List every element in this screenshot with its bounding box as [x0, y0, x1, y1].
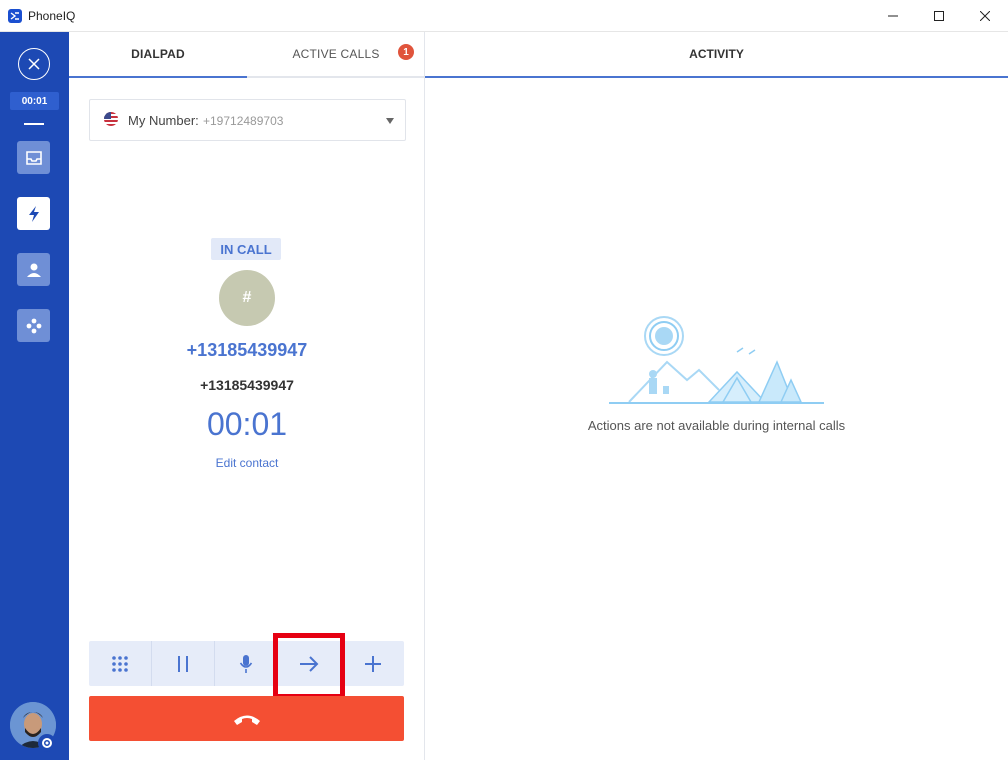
- close-icon: [28, 58, 40, 70]
- close-window-button[interactable]: [962, 0, 1008, 32]
- chevron-down-icon: [386, 118, 394, 124]
- contact-name: +13185439947: [186, 340, 308, 360]
- my-number-label: My Number:: [128, 113, 199, 128]
- dialpad-panel: DIALPAD ACTIVE CALLS 1 My Number: +19712…: [69, 32, 425, 760]
- contact-avatar: #: [219, 270, 275, 326]
- call-controls: [89, 641, 404, 686]
- call-timer: 00:01: [206, 406, 288, 442]
- title-bar: PhoneIQ: [0, 0, 1008, 32]
- integrations-icon: [26, 318, 41, 333]
- maximize-button[interactable]: [916, 0, 962, 32]
- contact-number: +13185439947: [200, 377, 294, 393]
- rail-inbox-button[interactable]: [17, 141, 50, 174]
- mute-button[interactable]: [215, 641, 278, 686]
- tab-activity[interactable]: ACTIVITY: [425, 32, 1008, 78]
- activity-empty-message: Actions are not available during interna…: [587, 418, 846, 433]
- my-number-value: +19712489703: [203, 114, 284, 128]
- app-logo-icon: [8, 9, 22, 23]
- hang-up-button[interactable]: [89, 696, 404, 741]
- active-calls-badge: 1: [398, 44, 414, 60]
- rail-integrations-button[interactable]: [17, 309, 50, 342]
- left-rail: 00:01: [0, 32, 69, 760]
- plus-icon: [364, 655, 381, 672]
- add-call-button[interactable]: [341, 641, 404, 686]
- contact-icon: [26, 263, 41, 277]
- edit-contact-link[interactable]: Edit contact: [69, 456, 425, 470]
- keypad-icon: [112, 655, 128, 672]
- empty-state-illustration: [609, 316, 824, 404]
- settings-gear-icon[interactable]: [38, 734, 56, 752]
- rail-contacts-button[interactable]: [17, 253, 50, 286]
- activity-panel: ACTIVITY Actions are not available durin…: [425, 32, 1008, 760]
- call-status-badge: IN CALL: [211, 238, 281, 260]
- us-flag-icon: [104, 112, 118, 126]
- microphone-icon: [239, 654, 253, 673]
- minimize-button[interactable]: [870, 0, 916, 32]
- hold-button[interactable]: [152, 641, 215, 686]
- end-call-circle-button[interactable]: [18, 48, 50, 80]
- hang-up-icon: [233, 715, 260, 725]
- rail-call-timer: 00:01: [10, 92, 59, 110]
- tab-dialpad[interactable]: DIALPAD: [69, 32, 247, 78]
- lightning-icon: [28, 205, 39, 222]
- window-title: PhoneIQ: [28, 9, 76, 23]
- transfer-button-highlight: [273, 633, 345, 699]
- rail-divider: [24, 123, 44, 125]
- inbox-icon: [25, 150, 42, 165]
- rail-activity-button[interactable]: [17, 197, 50, 230]
- my-number-select[interactable]: My Number: +19712489703: [89, 99, 406, 141]
- keypad-button[interactable]: [89, 641, 152, 686]
- pause-icon: [178, 655, 188, 672]
